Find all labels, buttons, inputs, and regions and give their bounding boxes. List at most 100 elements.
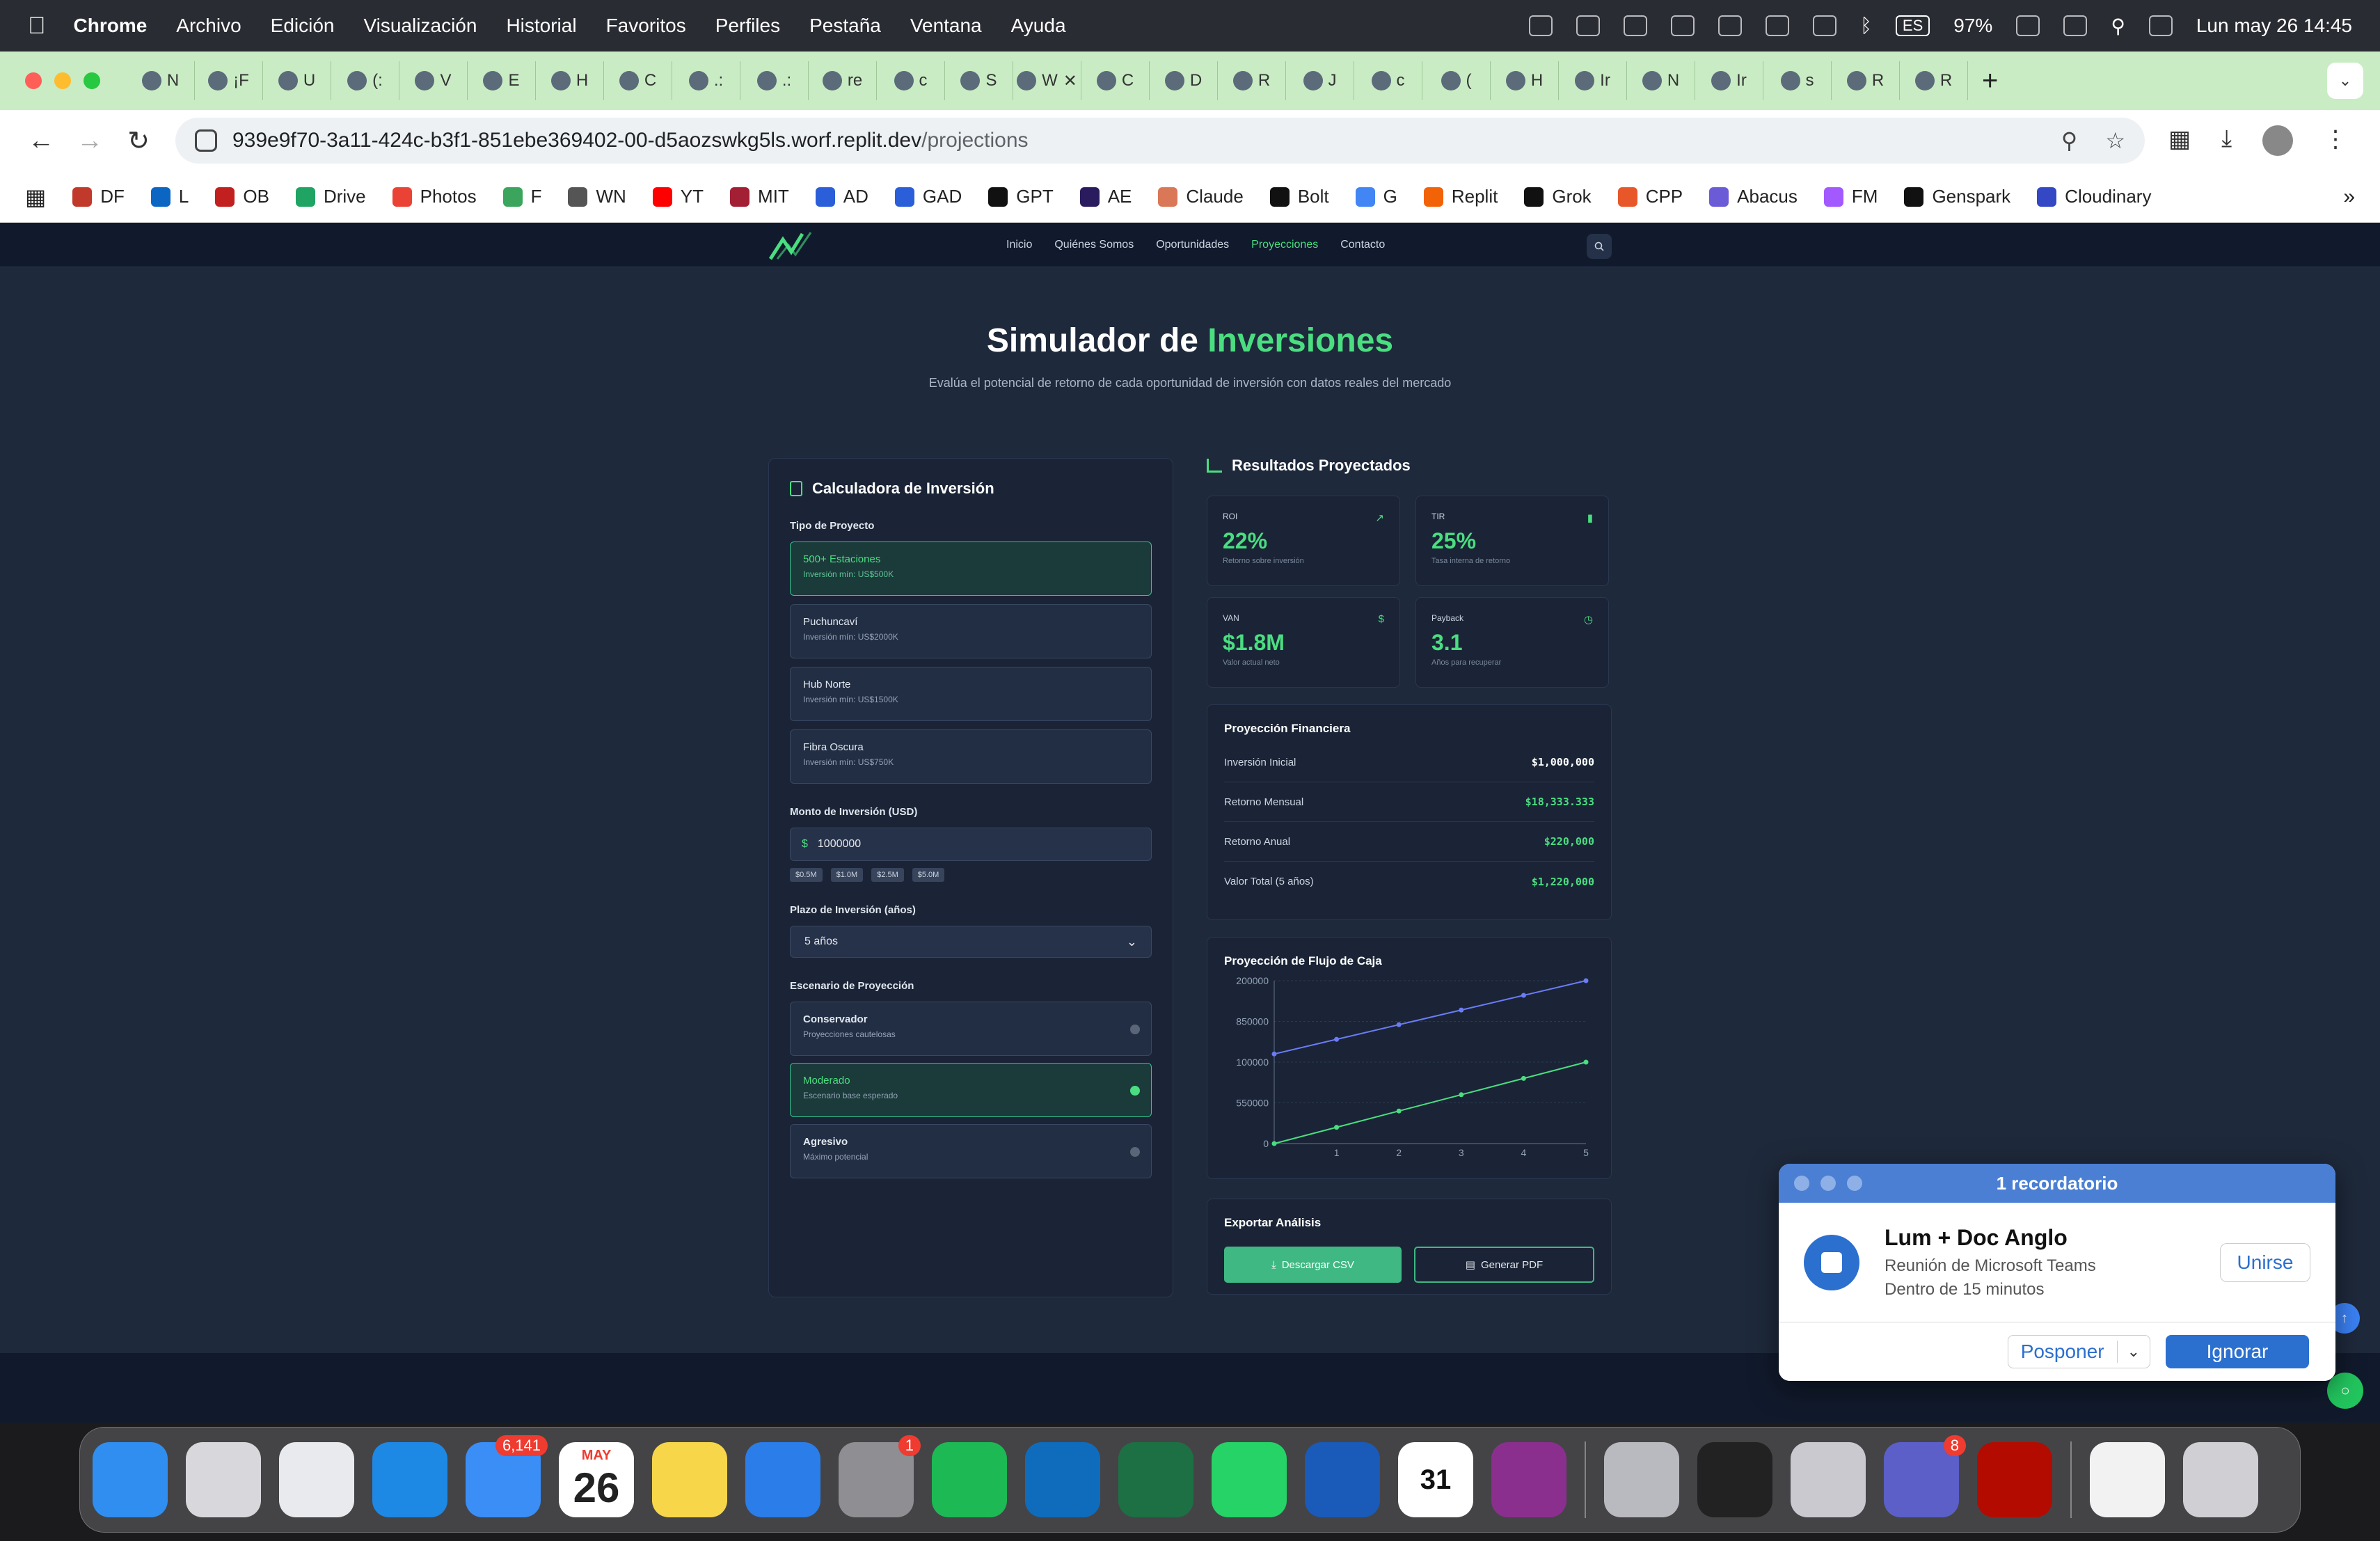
bookmark-item[interactable]: Cloudinary [2037, 186, 2151, 207]
menu-historial[interactable]: Historial [506, 15, 576, 37]
bookmark-item[interactable]: G [1355, 186, 1397, 207]
chrome-menu-icon[interactable]: ⋮ [2324, 125, 2347, 156]
bookmark-item[interactable]: WN [568, 186, 626, 207]
bookmark-item[interactable]: MIT [730, 186, 789, 207]
bookmark-item[interactable]: OB [215, 186, 269, 207]
browser-tab[interactable]: R [1832, 61, 1900, 100]
nav-proyecciones[interactable]: Proyecciones [1251, 239, 1318, 251]
browser-tab[interactable]: C [604, 61, 672, 100]
project-option-500-estaciones[interactable]: 500+ Estaciones Inversión mín: US$500K [790, 542, 1152, 596]
bookmark-item[interactable]: FM [1823, 186, 1878, 207]
menu-ventana[interactable]: Ventana [910, 15, 982, 37]
browser-tab[interactable]: R [1218, 61, 1286, 100]
browser-tab[interactable]: H [536, 61, 604, 100]
system-settings-icon[interactable]: 1 [839, 1435, 921, 1517]
notification-zoom-button[interactable] [1847, 1176, 1862, 1191]
menu-favoritos[interactable]: Favoritos [606, 15, 686, 37]
bookmark-item[interactable]: GAD [894, 186, 962, 207]
mail-icon[interactable]: 6,141 [466, 1435, 548, 1517]
browser-tab[interactable]: U [263, 61, 331, 100]
scenario-agresivo[interactable]: Agresivo Máximo potencial [790, 1124, 1152, 1178]
preset-0-5m[interactable]: $0.5M [790, 868, 823, 882]
bookmark-item[interactable]: GPT [988, 186, 1054, 207]
menu-visualizacion[interactable]: Visualización [364, 15, 477, 37]
amount-input[interactable]: $ 1000000 [790, 828, 1152, 861]
browser-tab[interactable]: V [399, 61, 468, 100]
browser-tab[interactable]: W ✕ [1013, 61, 1081, 100]
project-option-puchuncavi[interactable]: Puchuncaví Inversión mín: US$2000K [790, 604, 1152, 658]
reload-icon[interactable]: ↻ [114, 125, 163, 157]
play-icon[interactable] [1766, 15, 1790, 36]
browser-tab[interactable]: H [1491, 61, 1559, 100]
apps-grid-icon[interactable]: ▦ [25, 184, 46, 210]
browser-tab[interactable]: re [809, 61, 877, 100]
menubar-clock[interactable]: Lun may 26 14:45 [2196, 15, 2352, 37]
forward-arrow-icon[interactable]: → [65, 126, 114, 156]
site-info-icon[interactable] [195, 129, 217, 152]
browser-tab[interactable]: .: [740, 61, 809, 100]
bookmark-item[interactable]: AD [815, 186, 868, 207]
browser-tab[interactable]: c [1354, 61, 1422, 100]
profile-avatar[interactable] [2262, 125, 2294, 156]
browser-tab[interactable]: D [1150, 61, 1218, 100]
bookmark-item[interactable]: CPP [1617, 186, 1683, 207]
browser-tab[interactable]: Ir [1695, 61, 1763, 100]
nav-inicio[interactable]: Inicio [1006, 239, 1032, 251]
project-option-hub-norte[interactable]: Hub Norte Inversión mín: US$1500K [790, 667, 1152, 721]
bookmark-item[interactable]: AE [1079, 186, 1132, 207]
control-center-icon[interactable] [2148, 15, 2173, 36]
input-language[interactable]: ES [1895, 15, 1930, 36]
browser-tab[interactable]: E [468, 61, 536, 100]
acrobat-icon[interactable] [1977, 1442, 2052, 1517]
zoom-window-button[interactable] [84, 72, 100, 89]
chat-bubble-icon[interactable]: ○ [2327, 1373, 2363, 1409]
preset-5-0m[interactable]: $5.0M [912, 868, 945, 882]
chrome-icon[interactable] [279, 1442, 354, 1517]
status-app-icon[interactable] [1576, 15, 1601, 36]
finder-icon[interactable] [93, 1442, 168, 1517]
airpods-icon[interactable] [1813, 15, 1837, 36]
fantastical-icon[interactable]: 31 [1398, 1442, 1473, 1517]
bookmark-item[interactable]: Abacus [1709, 186, 1798, 207]
tab-search-button[interactable]: ⌄ [2327, 63, 2363, 99]
notes-icon[interactable] [652, 1442, 727, 1517]
nav-oportunidades[interactable]: Oportunidades [1156, 239, 1229, 251]
safari-icon[interactable] [372, 1442, 447, 1517]
bookmark-item[interactable]: Photos [392, 186, 477, 207]
spotify-icon[interactable] [932, 1442, 1007, 1517]
bookmark-item[interactable]: DF [72, 186, 125, 207]
downloads-icon[interactable]: ⤓ [2221, 125, 2232, 156]
bookmark-item[interactable]: Drive [295, 186, 366, 207]
close-tab-icon[interactable]: ✕ [1063, 71, 1077, 91]
trash-icon[interactable] [2183, 1442, 2258, 1517]
minimize-window-button[interactable] [54, 72, 71, 89]
bookmark-star-icon[interactable]: ☆ [2105, 127, 2125, 154]
apple-menu-icon[interactable]:  [28, 13, 46, 40]
bookmark-item[interactable]: YT [652, 186, 704, 207]
close-window-button[interactable] [25, 72, 42, 89]
new-tab-button[interactable]: + [1982, 65, 1998, 97]
extensions-icon[interactable]: ▦ [2168, 125, 2191, 156]
download-csv-button[interactable]: ⤓ Descargar CSV [1224, 1247, 1402, 1283]
scenario-moderado[interactable]: Moderado Escenario base esperado [790, 1063, 1152, 1117]
site-shortcut-icon[interactable] [2090, 1442, 2165, 1517]
address-bar[interactable]: 939e9f70-3a11-424c-b3f1-851ebe369402-00-… [175, 118, 2145, 164]
calendar-icon[interactable]: MAY 26 [559, 1442, 634, 1517]
browser-tab[interactable]: S [945, 61, 1013, 100]
menu-archivo[interactable]: Archivo [176, 15, 241, 37]
preset-1-0m[interactable]: $1.0M [830, 868, 864, 882]
menu-perfiles[interactable]: Perfiles [715, 15, 780, 37]
project-option-fibra-oscura[interactable]: Fibra Oscura Inversión mín: US$750K [790, 729, 1152, 784]
menu-app-name[interactable]: Chrome [74, 15, 148, 37]
scenario-conservador[interactable]: Conservador Proyecciones cautelosas [790, 1002, 1152, 1056]
more-bookmarks-icon[interactable]: » [2343, 185, 2355, 209]
snooze-button[interactable]: Posponer ⌄ [2007, 1335, 2150, 1368]
menu-pestana[interactable]: Pestaña [809, 15, 881, 37]
notification-minimize-button[interactable] [1820, 1176, 1836, 1191]
generate-pdf-button[interactable]: ▤ Generar PDF [1414, 1247, 1594, 1283]
status-app-icon[interactable] [1718, 15, 1743, 36]
bookmark-item[interactable]: Genspark [1904, 186, 2010, 207]
replit-icon[interactable] [1697, 1442, 1772, 1517]
zoom-icon[interactable]: ⚲ [2061, 127, 2077, 154]
iphone-mirroring-icon[interactable] [1604, 1442, 1679, 1517]
